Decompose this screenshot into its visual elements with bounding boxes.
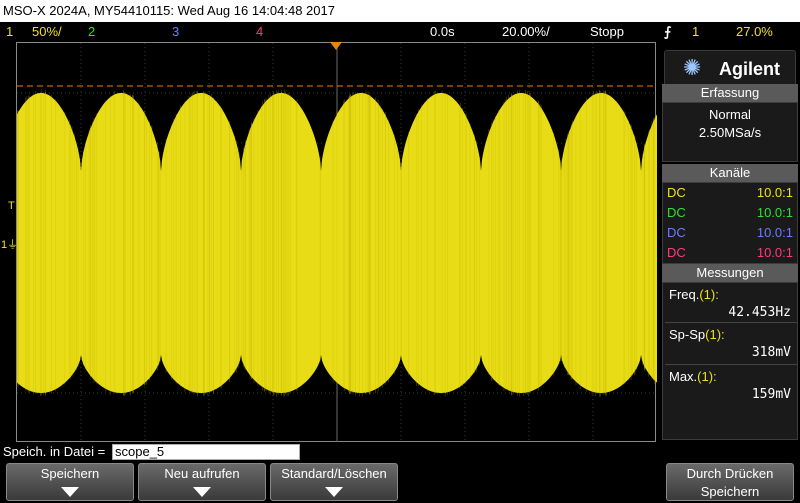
ch1-scale[interactable]: 50%/ (32, 22, 62, 42)
trigger-level[interactable]: 27.0% (736, 22, 773, 42)
measurement-label: Sp-Sp(1): (669, 327, 725, 342)
ch3-number[interactable]: 3 (172, 22, 179, 42)
channel-row-1: DC 10.0:1 (667, 183, 795, 203)
channel-coupling: DC (667, 183, 686, 203)
arrow-down-icon (325, 487, 343, 497)
ch2-number[interactable]: 2 (88, 22, 95, 42)
waveform-display[interactable] (16, 42, 656, 442)
recall-softkey[interactable]: Neu aufrufen (138, 463, 266, 501)
measurement-pkpk: Sp-Sp(1): 318mV (665, 323, 797, 365)
channel-probe: 10.0:1 (757, 203, 793, 223)
ch1-number[interactable]: 1 (6, 22, 13, 42)
measurement-value: 318mV (752, 345, 791, 360)
channel-row-3: DC 10.0:1 (667, 223, 795, 243)
default-erase-softkey[interactable]: Standard/Löschen (270, 463, 398, 501)
channels-header: Kanäle (662, 164, 798, 182)
trigger-position-marker[interactable] (330, 42, 342, 50)
measurement-label: Freq.(1): (669, 287, 719, 302)
channel-coupling: DC (667, 203, 686, 223)
run-state[interactable]: Stopp (590, 22, 624, 42)
trigger-edge-icon: ⨍ (664, 22, 671, 42)
graticule (17, 43, 657, 443)
measurement-max: Max.(1): 159mV (665, 365, 797, 407)
horizontal-delay[interactable]: 0.0s (430, 22, 455, 42)
channel-probe: 10.0:1 (757, 183, 793, 203)
softkey-label: Neu aufrufen (139, 466, 265, 481)
ch1-ground-marker[interactable]: 1⏚ (1, 236, 18, 252)
acquisition-header: Erfassung (662, 84, 798, 102)
status-bar: 1 50%/ 2 3 4 0.0s 20.00%/ Stopp ⨍ 1 27.0… (0, 22, 800, 42)
softkey-label: Standard/Löschen (271, 466, 397, 481)
channels-box[interactable]: DC 10.0:1 DC 10.0:1 DC 10.0:1 DC 10.0:1 (662, 182, 798, 264)
measurements-header: Messungen (662, 264, 798, 282)
spark-icon: ✺ (683, 56, 701, 80)
measurement-value: 42.453Hz (728, 305, 791, 320)
press-to-save-softkey[interactable]: Durch Drücken Speichern (666, 463, 794, 501)
channel-row-4: DC 10.0:1 (667, 243, 795, 263)
brand-name: Agilent (719, 57, 780, 81)
ground-icon: ⏚ (7, 239, 18, 251)
ch1-waveform (17, 89, 657, 397)
trigger-source[interactable]: 1 (692, 22, 699, 42)
ch4-number[interactable]: 4 (256, 22, 263, 42)
softkey-label: Durch Drücken (667, 466, 793, 481)
channel-row-2: DC 10.0:1 (667, 203, 795, 223)
sample-rate: 2.50MSa/s (663, 125, 797, 140)
channel-probe: 10.0:1 (757, 223, 793, 243)
file-name-field[interactable]: scope_5 (112, 444, 300, 460)
trigger-level-marker[interactable]: T (8, 200, 15, 212)
arrow-down-icon (193, 487, 211, 497)
softkey-label: Speichern (7, 466, 133, 481)
arrow-down-icon (61, 487, 79, 497)
softkey-label-2: Speichern (667, 484, 793, 499)
channel-coupling: DC (667, 243, 686, 263)
file-row: Speich. in Datei = scope_5 (0, 442, 800, 462)
channel-coupling: DC (667, 223, 686, 243)
measurement-freq: Freq.(1): 42.453Hz (665, 283, 797, 323)
timebase-scale[interactable]: 20.00%/ (502, 22, 550, 42)
channel-probe: 10.0:1 (757, 243, 793, 263)
window-title: MSO-X 2024A, MY54410115: Wed Aug 16 14:0… (0, 0, 800, 22)
acquisition-box[interactable]: Normal 2.50MSa/s (662, 102, 798, 162)
acquisition-mode: Normal (663, 107, 797, 122)
measurements-box[interactable]: Freq.(1): 42.453Hz Sp-Sp(1): 318mV Max.(… (662, 282, 798, 440)
save-softkey[interactable]: Speichern (6, 463, 134, 501)
measurement-label: Max.(1): (669, 369, 717, 384)
file-label: Speich. in Datei = (3, 442, 105, 462)
measurement-value: 159mV (752, 387, 791, 402)
brand-logo: ✺ Agilent (664, 50, 796, 86)
info-panel: ✺ Agilent Erfassung Normal 2.50MSa/s Kan… (660, 44, 800, 440)
